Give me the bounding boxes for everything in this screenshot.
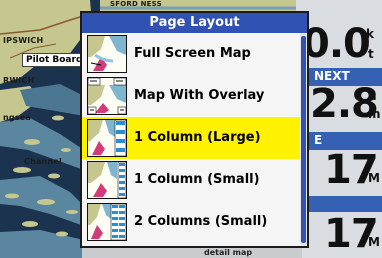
- map-label-top: SFORD NESS: [110, 0, 162, 8]
- data-field-speed-unit-top: k: [366, 27, 374, 41]
- data-field-2-unit-bottom: M: [368, 171, 380, 185]
- data-field-3-unit-top: °: [370, 217, 376, 231]
- page-layout-dialog: Page Layout Full Screen Map Map With Ove…: [80, 11, 309, 248]
- option-label: Full Screen Map: [134, 46, 251, 61]
- data-field-next-unit-bottom: m: [368, 107, 381, 121]
- two-columns-small-icon: [87, 203, 127, 241]
- scrollbar-thumb[interactable]: [301, 36, 306, 243]
- option-label: 2 Columns (Small): [134, 214, 268, 229]
- map-label-ipswich: IPSWICH: [3, 36, 44, 45]
- map-with-overlay-icon: [87, 77, 127, 115]
- option-full-screen-map[interactable]: Full Screen Map: [82, 33, 300, 75]
- data-field-next-unit-top: n: [368, 89, 377, 103]
- layout-option-list: Full Screen Map Map With Overlay 1 Colum…: [82, 33, 300, 246]
- map-label-rwich: RWICH: [3, 76, 35, 85]
- option-label: 1 Column (Large): [134, 130, 261, 145]
- option-label: 1 Column (Small): [134, 172, 260, 187]
- option-2-columns-small[interactable]: 2 Columns (Small): [82, 201, 300, 243]
- data-field-speed-unit-bottom: t: [368, 47, 374, 61]
- option-label: Map With Overlay: [134, 88, 265, 103]
- option-1-column-small[interactable]: 1 Column (Small): [82, 159, 300, 201]
- full-screen-map-icon: [87, 35, 127, 73]
- map-bottom-strip: [82, 247, 302, 258]
- one-column-large-icon: [87, 119, 127, 157]
- map-label-channel: Channel: [24, 157, 62, 166]
- detail-map-label: detail map: [204, 248, 253, 257]
- dialog-title: Page Layout: [82, 13, 307, 33]
- option-1-column-large[interactable]: 1 Column (Large): [82, 117, 300, 159]
- map-label-pilot-boarding: Pilot Board: [22, 53, 87, 67]
- data-field-speed-value: 0.0: [302, 21, 371, 67]
- dialog-scrollbar[interactable]: [300, 33, 307, 246]
- one-column-small-icon: [87, 161, 127, 199]
- option-map-with-overlay[interactable]: Map With Overlay: [82, 75, 300, 117]
- data-field-2-unit-top: °: [370, 153, 376, 167]
- gps-screen: IPSWICH Pilot Board RWICH ngsea Channel …: [0, 0, 382, 258]
- map-label-ngsea: ngsea: [3, 113, 32, 122]
- data-field-3-unit-bottom: M: [368, 235, 380, 249]
